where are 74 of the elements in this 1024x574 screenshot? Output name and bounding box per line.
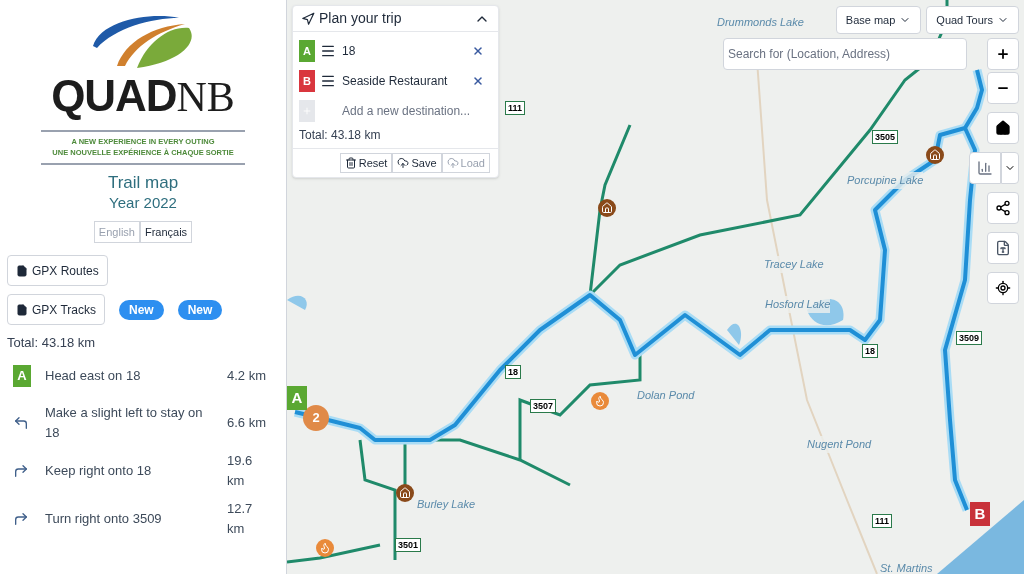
year-subtitle: Year 2022 — [109, 192, 177, 213]
document-icon — [995, 240, 1011, 256]
zoom-in-icon — [996, 47, 1010, 61]
share-icon — [995, 200, 1011, 216]
brand-logo: QUADNB — [51, 74, 235, 118]
lodge-marker-icon — [396, 484, 414, 502]
remove-icon[interactable] — [472, 45, 484, 57]
remove-icon[interactable] — [472, 75, 484, 87]
bar-chart-icon — [977, 160, 993, 176]
slight-left-arrow-icon — [13, 414, 29, 431]
locate-icon — [995, 280, 1011, 296]
trip-total: Total: 43.18 km — [299, 127, 382, 144]
home-button[interactable] — [987, 112, 1019, 144]
language-button[interactable]: Français — [139, 220, 193, 243]
map-menu-button[interactable]: Base map — [835, 6, 922, 34]
route-shield: 3505 — [872, 130, 899, 144]
cloud-upload-icon — [397, 157, 410, 169]
step-distance: 12.7 km — [227, 499, 254, 538]
pdf-export-button[interactable] — [987, 232, 1019, 264]
map-place-label: Porcupine Lake — [847, 172, 924, 189]
right-turn-arrow-icon — [13, 462, 29, 479]
lodge-marker-icon — [926, 146, 944, 164]
route-shield: 111 — [872, 514, 893, 528]
total-distance: Total: 43.18 km — [6, 334, 97, 352]
search-field[interactable]: Search for (Location, Address) — [723, 38, 967, 70]
planner-action-button[interactable]: Save — [392, 153, 442, 173]
file-icon — [16, 264, 28, 277]
dropdown-toggle[interactable] — [1001, 152, 1019, 184]
waypoint-marker: 2 — [303, 405, 329, 431]
step-distance: 4.2 km — [227, 366, 267, 385]
stop-name[interactable]: Seaside Restaurant — [342, 72, 472, 90]
locate-button[interactable] — [987, 272, 1019, 304]
route-shield: 3509 — [956, 331, 983, 345]
map-place-label: Tracey Lake — [764, 256, 824, 273]
stop-name[interactable]: 18 — [342, 42, 472, 60]
page-title: Trail map — [107, 172, 179, 193]
cloud-upload-icon — [446, 157, 459, 169]
direction-step: Turn right onto 3509 — [45, 508, 217, 529]
drag-handle-icon[interactable] — [320, 43, 336, 59]
gpx-download-button[interactable]: GPX Tracks — [7, 294, 105, 325]
new-badge: New — [177, 299, 223, 320]
route-shield: 111 — [505, 101, 526, 115]
share-button[interactable] — [987, 192, 1019, 224]
gpx-download-button[interactable]: GPX Routes — [7, 255, 108, 286]
campfire-marker-icon — [591, 392, 609, 410]
zoom-in-button[interactable] — [987, 38, 1019, 70]
direction-step: Make a slight left to stay on 18 — [45, 402, 217, 443]
direction-step: Head east on 18 — [45, 365, 217, 386]
lodge-marker-icon — [598, 199, 616, 217]
step-distance: 19.6 km — [227, 451, 254, 490]
planner-action-button[interactable]: Reset — [339, 153, 393, 173]
destination-input[interactable]: Add a new destination... — [342, 102, 492, 120]
home-icon — [995, 120, 1011, 136]
campfire-marker-icon — [316, 539, 334, 557]
panel-title: Plan your trip — [319, 9, 403, 28]
right-turn-arrow-icon — [13, 510, 29, 527]
stop-marker: A — [299, 40, 315, 62]
route-shield: 3501 — [395, 538, 422, 552]
start-marker: A — [13, 364, 31, 387]
new-badge: New — [119, 299, 164, 320]
drag-handle-icon[interactable] — [320, 73, 336, 89]
route-marker[interactable]: B — [970, 502, 990, 526]
direction-step: Keep right onto 18 — [45, 460, 217, 481]
map-place-label: Nugent Pond — [807, 436, 872, 453]
stop-marker: B — [299, 70, 315, 92]
route-shield: 3507 — [530, 399, 557, 413]
route-shield: 18 — [505, 365, 521, 379]
file-icon — [16, 303, 28, 316]
elevation-chart-button[interactable] — [969, 152, 1001, 184]
route-shield: 18 — [862, 344, 878, 358]
map-place-label: Hosford Lake — [765, 296, 831, 313]
trash-icon — [344, 157, 357, 169]
step-distance: 6.6 km — [227, 413, 267, 432]
map-menu-button[interactable]: Quad Tours — [926, 6, 1019, 34]
